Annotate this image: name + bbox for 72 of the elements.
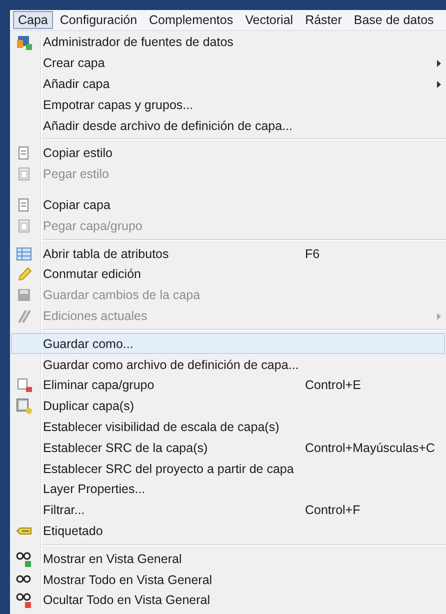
menu-item[interactable]: Crear capa bbox=[11, 52, 445, 74]
pencil-icon bbox=[16, 266, 32, 282]
menu-item-label: Conmutar edición bbox=[43, 267, 142, 282]
menu-item-label: Crear capa bbox=[43, 56, 106, 70]
shortcut-label: F6 bbox=[305, 246, 320, 261]
duplicate-layer-icon bbox=[16, 398, 32, 414]
menu-item-label: Pegar capa/grupo bbox=[43, 218, 144, 233]
menu-item-label: Etiquetado bbox=[43, 524, 104, 538]
menu-item[interactable]: Conmutar edición bbox=[11, 264, 445, 285]
menu-item[interactable]: Administrador de fuentes de datos bbox=[11, 32, 445, 53]
menu-item-label: Añadir capa bbox=[43, 76, 111, 91]
menu-item[interactable]: Guardar como... bbox=[11, 333, 445, 354]
menu-item[interactable]: Filtrar... Control+F bbox=[11, 500, 445, 521]
menu-item[interactable]: Establecer SRC del proyecto a partir de capa bbox=[11, 458, 445, 479]
menu-item-label: Administrador de fuentes de datos bbox=[43, 35, 234, 50]
menu-item[interactable]: Mostrar Todo en Vista General bbox=[11, 569, 445, 590]
menu-item[interactable]: Copiar estilo bbox=[11, 142, 445, 164]
menu-bar-item[interactable]: Vectorial bbox=[240, 11, 298, 29]
table-icon bbox=[16, 246, 32, 262]
paste-icon bbox=[16, 218, 32, 234]
menu-item-label: Mostrar Todo en Vista General bbox=[43, 572, 214, 587]
menu-item-label: Copiar capa bbox=[43, 198, 112, 212]
menu-item[interactable]: Guardar como archivo de definición de capa... bbox=[11, 354, 445, 375]
menu-item-label: Copiar estilo bbox=[43, 146, 114, 160]
shortcut-label: Control+F bbox=[305, 503, 360, 518]
menu-item[interactable]: Etiquetado bbox=[11, 520, 445, 542]
submenu-arrow-icon bbox=[437, 80, 441, 88]
menu-item[interactable]: Añadir capa bbox=[11, 74, 445, 94]
menu-item[interactable]: Establecer SRC de la capa(s) Control+Mayúsculas+C bbox=[11, 437, 445, 458]
menu-item[interactable]: Empotrar capas y grupos... bbox=[11, 94, 445, 116]
menu-item[interactable]: Abrir tabla de atributos F6 bbox=[11, 243, 445, 264]
paste-icon bbox=[16, 166, 32, 182]
menu-item-label: Guardar como... bbox=[43, 336, 134, 351]
submenu-arrow-icon bbox=[437, 60, 441, 67]
menu-item-label: Establecer SRC de la capa(s) bbox=[43, 440, 209, 455]
menu-item-label: Eliminar capa/grupo bbox=[43, 378, 156, 392]
menu-bar-item[interactable]: Capa bbox=[13, 11, 53, 29]
menu-item[interactable]: Ocultar Todo en Vista General bbox=[11, 590, 445, 611]
menu-item[interactable]: Duplicar capa(s) bbox=[11, 396, 445, 417]
menu-item-label: Establecer SRC del proyecto a partir de capa bbox=[43, 462, 295, 476]
menu-item[interactable]: Establecer visibilidad de escala de capa(s) bbox=[11, 416, 445, 438]
menu-item[interactable]: Mostrar en Vista General bbox=[11, 548, 445, 570]
pencils-icon bbox=[16, 308, 32, 324]
menu-item[interactable]: Eliminar capa/grupo Control+E bbox=[11, 374, 445, 396]
menu-item-label: Guardar como archivo de definición de capa... bbox=[43, 358, 300, 372]
glasses-add-icon bbox=[16, 550, 32, 567]
menu-item-label: Abrir tabla de atributos bbox=[43, 246, 170, 261]
menu-item-label: Guardar cambios de la capa bbox=[43, 288, 202, 302]
menu-item[interactable]: Layer Properties... bbox=[11, 478, 445, 500]
glasses-remove-icon bbox=[16, 592, 32, 608]
menu-bar-item[interactable]: Complementos bbox=[144, 11, 238, 29]
menu-item-label: Duplicar capa(s) bbox=[43, 399, 136, 414]
menu-item-label: Ediciones actuales bbox=[43, 308, 148, 323]
shortcut-label: Control+E bbox=[305, 378, 361, 392]
menu-item[interactable]: Copiar capa bbox=[11, 194, 445, 216]
menu-bar-item[interactable]: Configuración bbox=[54, 11, 142, 29]
menu-item-label: Layer Properties... bbox=[43, 482, 146, 496]
menu-item-label: Ocultar Todo en Vista General bbox=[43, 593, 211, 608]
menu-bar-item[interactable]: Ráster bbox=[300, 11, 347, 29]
menu-item-label: Empotrar capas y grupos... bbox=[43, 98, 194, 112]
save-icon bbox=[16, 287, 32, 304]
submenu-arrow-icon bbox=[437, 312, 441, 320]
layers-icon bbox=[16, 34, 32, 50]
shortcut-label: Control+Mayúsculas+C bbox=[305, 440, 435, 455]
menu-bar-item[interactable]: Base de datos bbox=[348, 11, 439, 29]
menu-item-label: Filtrar... bbox=[43, 503, 86, 518]
menu-item-label: Establecer visibilidad de escala de capa(s) bbox=[43, 420, 280, 434]
menu-item-label: Mostrar en Vista General bbox=[43, 552, 183, 566]
menu-item[interactable]: Añadir desde archivo de definición de capa... bbox=[11, 115, 445, 136]
remove-layer-icon bbox=[16, 377, 32, 394]
menu-item-label: Añadir desde archivo de definición de capa... bbox=[43, 118, 294, 133]
menu-item-label: Pegar estilo bbox=[43, 167, 110, 182]
